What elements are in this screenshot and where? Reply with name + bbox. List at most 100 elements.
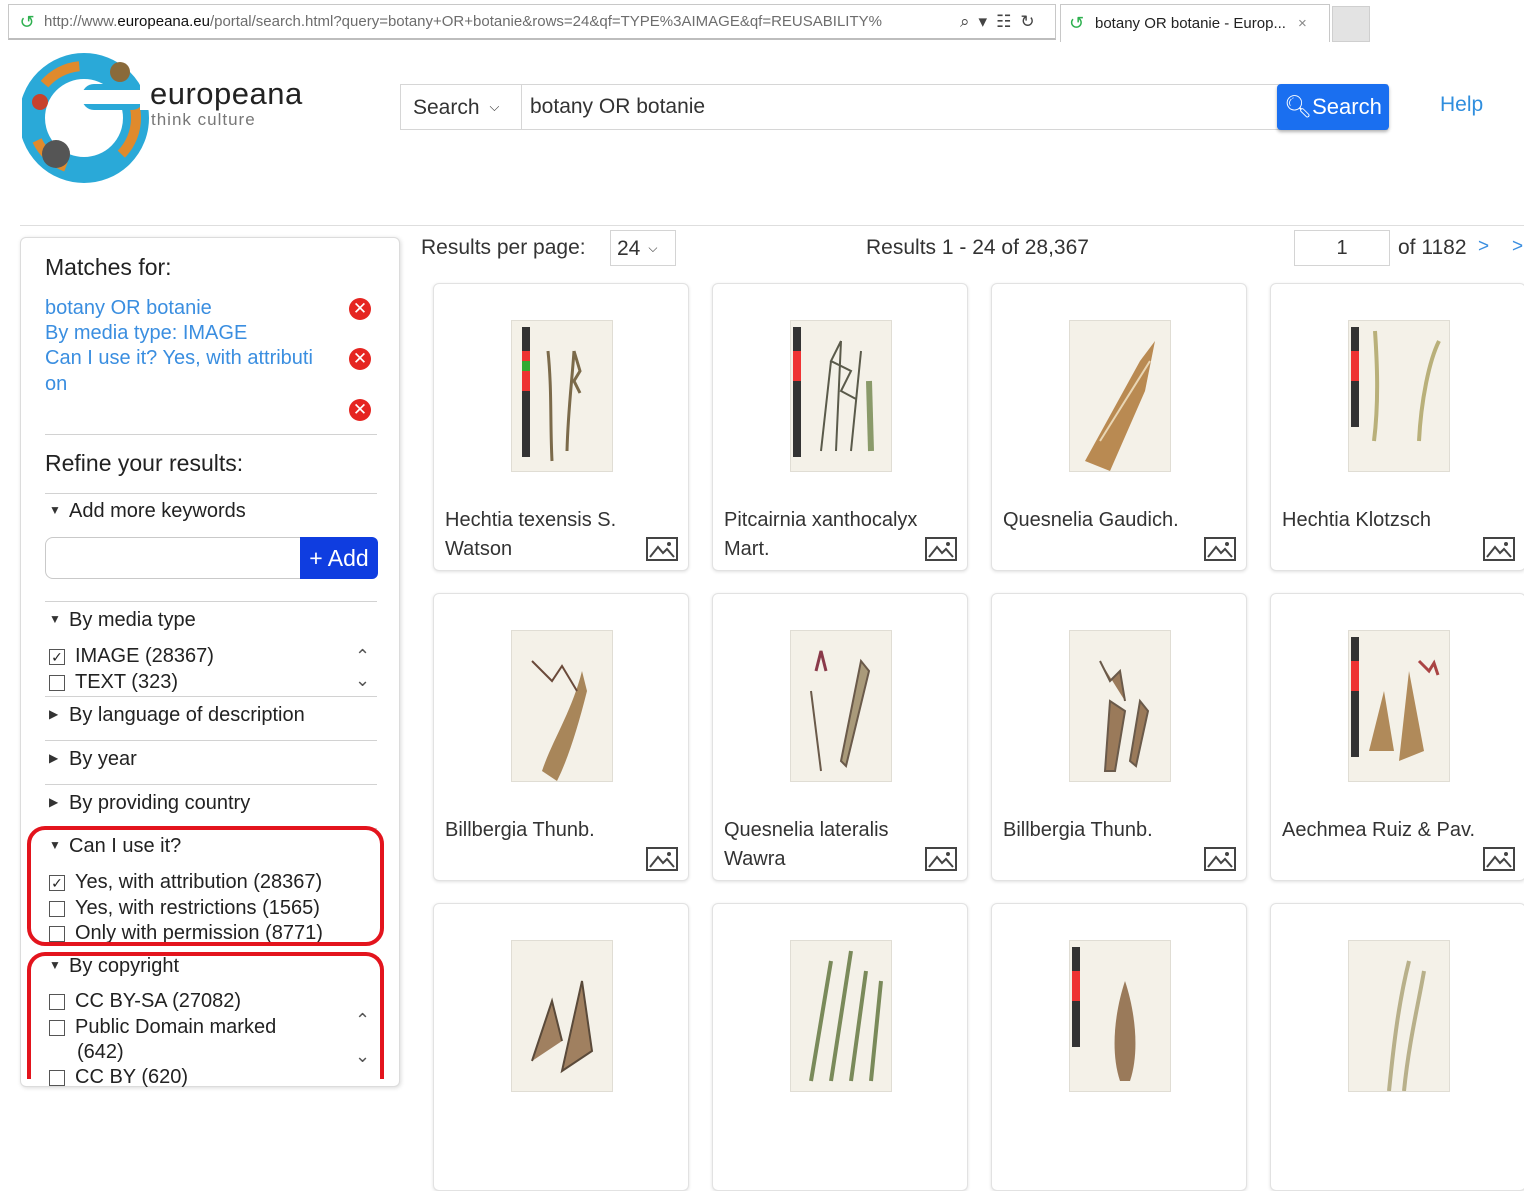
- herbarium-thumbnail[interactable]: [790, 630, 892, 782]
- herbarium-thumbnail[interactable]: [511, 630, 613, 782]
- logo-ring-icon: [22, 53, 154, 183]
- herbarium-thumbnail[interactable]: [790, 940, 892, 1092]
- result-title[interactable]: Billbergia Thunb.: [1003, 816, 1203, 845]
- search-scope-select[interactable]: Search ⌵: [401, 85, 522, 129]
- result-card[interactable]: [433, 903, 689, 1191]
- herbarium-thumbnail[interactable]: [790, 320, 892, 472]
- highlight-by-copyright: [27, 952, 384, 1079]
- facet-add-keywords[interactable]: ▼ Add more keywords: [49, 500, 246, 523]
- image-type-icon: [925, 537, 957, 561]
- checkbox-icon[interactable]: [49, 674, 65, 691]
- herbarium-thumbnail[interactable]: [511, 940, 613, 1092]
- facet-country[interactable]: ▶ By providing country: [49, 792, 250, 815]
- image-type-icon: [1204, 847, 1236, 871]
- remove-filter-icon[interactable]: ✕: [349, 348, 371, 370]
- divider: [45, 740, 377, 741]
- browser-tab[interactable]: ↺ botany OR botanie - Europ... ×: [1060, 4, 1330, 42]
- result-title[interactable]: Hechtia Klotzsch: [1282, 506, 1482, 535]
- checkbox-checked-icon[interactable]: ✓: [49, 648, 65, 665]
- search-bar: Search⌵ 🔍︎Search: [400, 84, 1389, 130]
- result-card[interactable]: [712, 903, 968, 1191]
- logo-name: europeana: [150, 76, 303, 111]
- add-keyword-button[interactable]: + Add: [300, 537, 378, 579]
- matches-title: Matches for:: [45, 254, 172, 280]
- keyword-input[interactable]: [45, 537, 307, 579]
- tab-title: botany OR botanie - Europ...: [1095, 15, 1286, 32]
- search-icon[interactable]: ⌕: [960, 12, 970, 32]
- result-card[interactable]: [991, 903, 1247, 1191]
- result-card[interactable]: Quesnelia Gaudich.: [991, 283, 1247, 571]
- result-title[interactable]: Quesnelia lateralis Wawra: [724, 816, 924, 874]
- herbarium-thumbnail[interactable]: [1348, 630, 1450, 782]
- help-link[interactable]: Help: [1440, 93, 1483, 117]
- compat-view-icon[interactable]: ☷: [996, 12, 1011, 32]
- herbarium-thumbnail[interactable]: [1069, 630, 1171, 782]
- close-tab-icon[interactable]: ×: [1298, 15, 1307, 32]
- herbarium-thumbnail[interactable]: [1348, 940, 1450, 1092]
- scroll-down-icon[interactable]: ⌄: [355, 670, 370, 691]
- results-per-page-select[interactable]: 24 ⌵: [610, 230, 676, 266]
- facet-label: By media type: [69, 609, 196, 631]
- result-card[interactable]: Aechmea Ruiz & Pav.: [1270, 593, 1524, 881]
- scroll-up-icon[interactable]: ⌃: [355, 646, 370, 667]
- result-card[interactable]: Hechtia Klotzsch: [1270, 283, 1524, 571]
- header-divider: [20, 225, 1524, 226]
- search-button[interactable]: 🔍︎Search: [1277, 84, 1389, 130]
- divider: [45, 696, 377, 697]
- facet-language[interactable]: ▶ By language of description: [49, 704, 305, 727]
- result-card[interactable]: Billbergia Thunb.: [433, 593, 689, 881]
- new-tab-button[interactable]: [1332, 6, 1370, 42]
- next-page-link[interactable]: >: [1478, 236, 1489, 258]
- media-type-text-option[interactable]: TEXT (323): [49, 671, 178, 694]
- result-card[interactable]: Quesnelia lateralis Wawra: [712, 593, 968, 881]
- remove-filter-icon[interactable]: ✕: [349, 399, 371, 421]
- facet-year[interactable]: ▶ By year: [49, 748, 137, 771]
- result-card[interactable]: Hechtia texensis S. Watson: [433, 283, 689, 571]
- option-label: IMAGE (28367): [75, 645, 214, 667]
- match-query[interactable]: botany OR botanie: [45, 296, 212, 321]
- rpp-value: 24: [617, 237, 641, 260]
- image-type-icon: [1483, 537, 1515, 561]
- image-type-icon: [1204, 537, 1236, 561]
- media-type-image-option[interactable]: ✓ IMAGE (28367): [49, 645, 214, 668]
- herbarium-thumbnail[interactable]: [1069, 320, 1171, 472]
- result-title[interactable]: Aechmea Ruiz & Pav.: [1282, 816, 1482, 845]
- result-title[interactable]: Hechtia texensis S. Watson: [445, 506, 645, 564]
- option-label: TEXT (323): [75, 671, 178, 693]
- results-count: Results 1 - 24 of 28,367: [866, 236, 1089, 259]
- herbarium-thumbnail[interactable]: [1348, 320, 1450, 472]
- search-input[interactable]: [528, 85, 1268, 129]
- image-type-icon: [646, 847, 678, 871]
- dropdown-arrow-icon[interactable]: ▾: [979, 12, 988, 32]
- result-title[interactable]: Quesnelia Gaudich.: [1003, 506, 1203, 535]
- match-can-i-use[interactable]: Can I use it? Yes, with attributi: [45, 346, 313, 371]
- facet-media-type[interactable]: ▼ By media type: [49, 609, 196, 632]
- result-card[interactable]: Billbergia Thunb.: [991, 593, 1247, 881]
- result-card[interactable]: Pitcairnia xanthocalyx Mart.: [712, 283, 968, 571]
- europeana-favicon-icon: ↺: [19, 11, 35, 32]
- europeana-logo[interactable]: europeana think culture: [20, 46, 303, 191]
- triangle-right-icon: ▶: [49, 795, 59, 809]
- result-card[interactable]: [1270, 903, 1524, 1191]
- result-title[interactable]: Pitcairnia xanthocalyx Mart.: [724, 506, 924, 564]
- triangle-right-icon: ▶: [49, 751, 59, 765]
- herbarium-thumbnail[interactable]: [1069, 940, 1171, 1092]
- match-media-type[interactable]: By media type: IMAGE: [45, 321, 247, 346]
- divider: [45, 601, 377, 602]
- result-title[interactable]: Billbergia Thunb.: [445, 816, 645, 845]
- triangle-down-icon: ▼: [49, 612, 61, 626]
- address-bar[interactable]: ↺ http://www.europeana.eu/portal/search.…: [8, 4, 1056, 40]
- triangle-down-icon: ▼: [49, 503, 61, 517]
- highlight-can-i-use: [27, 826, 384, 946]
- page-number-input[interactable]: 1: [1294, 230, 1390, 266]
- match-can-i-use-cont[interactable]: on: [45, 372, 67, 397]
- divider: [45, 493, 377, 494]
- last-page-link[interactable]: >: [1512, 236, 1523, 258]
- facet-label: By providing country: [69, 792, 251, 814]
- refresh-icon[interactable]: ↻: [1020, 12, 1034, 32]
- divider: [45, 434, 377, 435]
- triangle-right-icon: ▶: [49, 707, 59, 721]
- herbarium-thumbnail[interactable]: [511, 320, 613, 472]
- remove-filter-icon[interactable]: ✕: [349, 298, 371, 320]
- address-url[interactable]: http://www.europeana.eu/portal/search.ht…: [44, 13, 954, 30]
